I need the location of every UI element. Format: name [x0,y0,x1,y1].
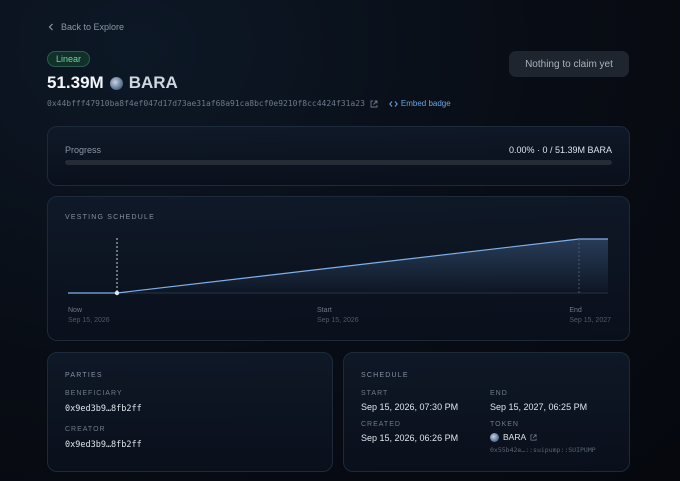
token-symbol: BARA [503,432,527,442]
parties-card: PARTIES BENEFICIARY 0x9ed3b9…8fb2ff CREA… [47,352,333,472]
start-value: Sep 15, 2026, 07:30 PM [361,402,459,412]
external-link-icon [530,433,537,441]
token-type: 0x55b42e…::suipump::SUIPUMP [490,446,596,454]
now-marker-dot [114,290,120,296]
end-marker-label: End Sep 15, 2027 [569,306,611,326]
schedule-card: SCHEDULE START Sep 15, 2026, 07:30 PM EN… [343,352,630,472]
progress-label: Progress [65,145,102,155]
progress-card: Progress 0.00% · 0 / 51.39M BARA [47,126,630,186]
stream-address: 0x44bfff47910ba8f4ef047d17d73ae31af68a91… [47,99,365,108]
embed-badge-label: Embed badge [400,99,451,108]
token-logo-icon [109,76,123,90]
end-label: End [569,307,582,314]
end-label: END [490,390,508,397]
now-label: Now [68,307,83,314]
progress-bar [65,160,612,165]
created-value: Sep 15, 2026, 06:26 PM [361,433,459,443]
stream-address-row: 0x44bfff47910ba8f4ef047d17d73ae31af68a91… [47,99,451,108]
claim-button[interactable]: Nothing to claim yet [509,51,629,77]
end-value: Sep 15, 2027, 06:25 PM [490,402,588,412]
creator-address[interactable]: 0x9ed3b9…8fb2ff [65,440,142,450]
beneficiary-label: BENEFICIARY [65,390,123,397]
external-link-icon[interactable] [370,100,378,108]
now-marker-label: Now Sep 15, 2026 [68,306,110,326]
vesting-amount: 51.39M BARA [47,73,178,93]
token-link[interactable]: BARA [490,432,537,442]
start-date: Sep 15, 2026 [317,317,359,324]
schedule-title: SCHEDULE [361,372,409,379]
now-date: Sep 15, 2026 [68,317,110,324]
back-link[interactable]: Back to Explore [47,22,124,32]
start-label: Start [317,307,332,314]
parties-title: PARTIES [65,372,103,379]
token-label: TOKEN [490,421,519,428]
amount-value: 51.39M [47,73,104,92]
token-logo-icon [490,432,499,442]
chevron-left-icon [48,23,53,31]
code-icon [389,100,398,107]
end-date: Sep 15, 2027 [569,317,611,324]
progress-value: 0.00% · 0 / 51.39M BARA [508,145,612,155]
creator-label: CREATOR [65,426,106,433]
start-label: START [361,390,389,397]
beneficiary-address[interactable]: 0x9ed3b9…8fb2ff [65,404,142,414]
back-label: Back to Explore [61,22,125,32]
embed-badge-link[interactable]: Embed badge [389,99,451,108]
stream-type-badge: Linear [47,51,91,67]
token-symbol: BARA [128,73,178,92]
start-marker-label: Start Sep 15, 2026 [317,306,359,326]
vesting-schedule-card: VESTING SCHEDULE Now Sep 15, 2026 Start … [47,196,630,341]
created-label: CREATED [361,421,401,428]
